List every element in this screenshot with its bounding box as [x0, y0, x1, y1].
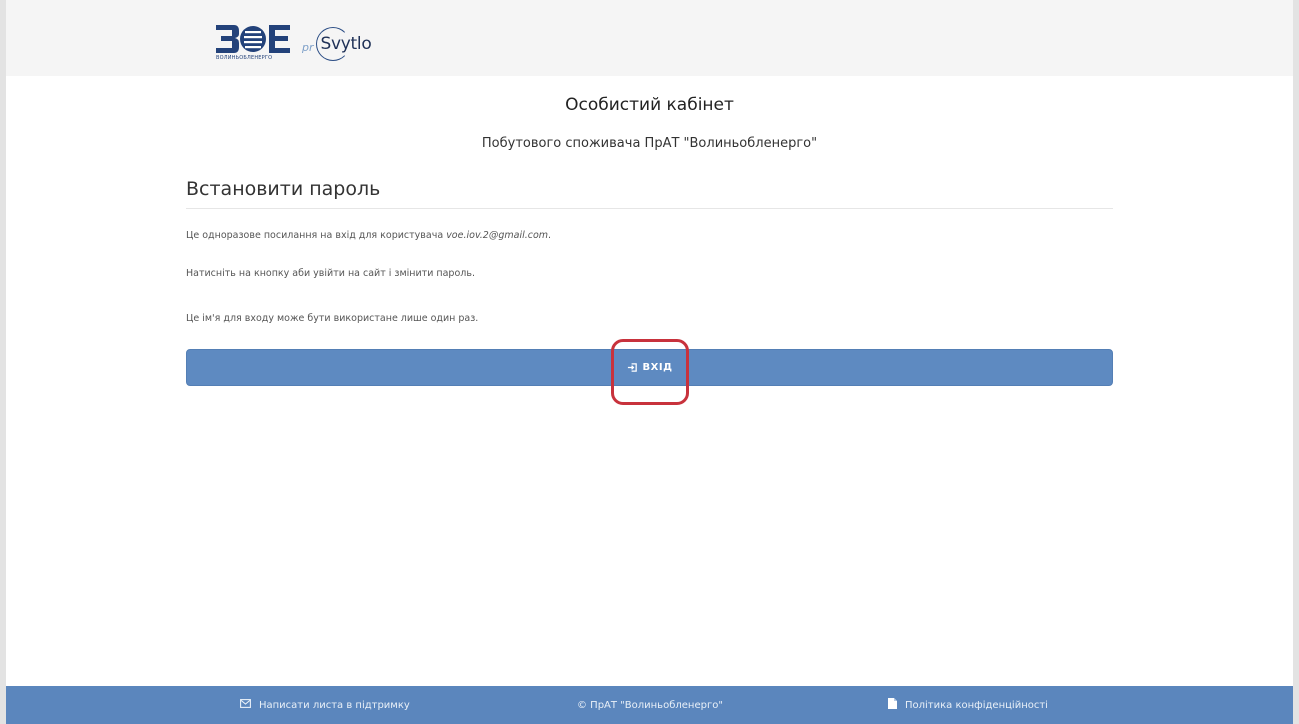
one-time-link-text: Це одноразове посилання на вхід для кори…	[186, 230, 447, 241]
voe-logo[interactable]: ВОЛИНЬОБЛЕНЕРГО	[214, 22, 292, 66]
copyright-text: © ПрАТ "Волиньобленерго"	[577, 699, 723, 711]
voe-logo-subtitle: ВОЛИНЬОБЛЕНЕРГО	[216, 55, 273, 61]
site-footer: Написати листа в підтримку © ПрАТ "Волин…	[6, 686, 1293, 724]
svitlo-circle: Svytlo	[315, 27, 372, 61]
single-use-notice: Це ім'я для входу може бути використане …	[186, 313, 479, 324]
page-subtitle: Побутового споживача ПрАТ "Волиньобленер…	[481, 136, 818, 151]
page-title: Особистий кабінет	[565, 95, 734, 115]
instruction-text: Натисніть на кнопку аби увійти на сайт і…	[186, 268, 475, 279]
document-icon	[888, 698, 897, 712]
copyright: © ПрАТ "Волиньобленерго"	[577, 686, 723, 724]
svitlo-name: Svytlo	[320, 34, 372, 54]
sign-in-icon	[627, 362, 639, 374]
svitlo-logo[interactable]: pr Svytlo	[302, 22, 372, 66]
site-header: ВОЛИНЬОБЛЕНЕРГО pr Svytlo	[6, 0, 1293, 76]
set-password-section: Встановити пароль Це одноразове посиланн…	[186, 178, 1113, 386]
support-link-label[interactable]: Написати листа в підтримку	[259, 700, 410, 711]
section-heading: Встановити пароль	[186, 178, 1113, 209]
voe-logo-mark	[216, 25, 290, 53]
login-button[interactable]: ВХІД	[186, 349, 1113, 386]
support-link[interactable]: Написати листа в підтримку	[240, 686, 410, 724]
user-email: voe.iov.2@gmail.com	[446, 230, 549, 241]
login-button-label: ВХІД	[642, 362, 673, 373]
privacy-policy-label[interactable]: Політика конфіденційності	[905, 700, 1048, 711]
one-time-link-suffix: .	[548, 230, 552, 241]
privacy-policy-link[interactable]: Політика конфіденційності	[888, 686, 1048, 724]
one-time-link-info: Це одноразове посилання на вхід для кори…	[186, 230, 551, 241]
svitlo-prefix: pr	[302, 40, 314, 54]
envelope-icon	[240, 699, 251, 711]
logo-group[interactable]: ВОЛИНЬОБЛЕНЕРГО pr Svytlo	[214, 22, 372, 66]
